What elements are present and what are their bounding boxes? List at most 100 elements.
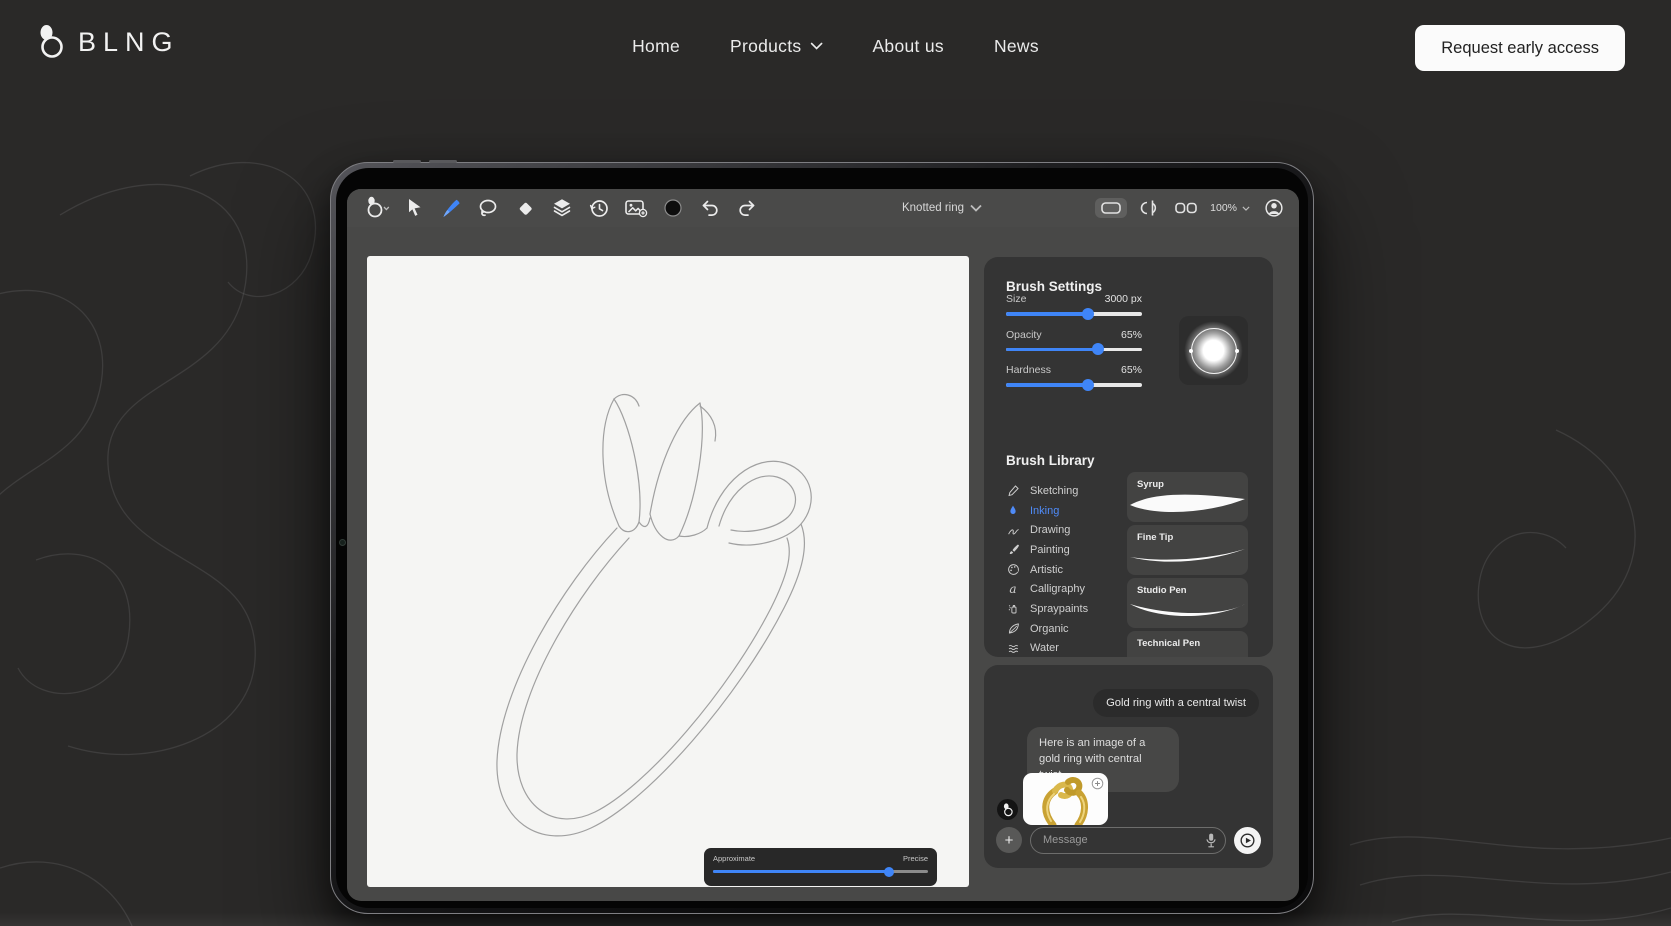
category-inking[interactable]: Inking [1006, 501, 1088, 521]
chat-panel: Gold ring with a central twist Here is a… [984, 665, 1273, 868]
category-painting[interactable]: Painting [1006, 540, 1088, 560]
message-input[interactable] [1030, 827, 1226, 854]
hardness-slider-track[interactable] [1006, 383, 1142, 387]
approximate-label: Approximate [713, 854, 755, 863]
send-icon [1238, 831, 1257, 850]
brand-logo[interactable]: BLNG [36, 24, 180, 60]
brush-card-studio-pen[interactable]: Studio Pen [1127, 578, 1248, 628]
undo-icon [698, 196, 722, 220]
chevron-down-icon [970, 204, 982, 212]
hardness-label: Hardness [1006, 364, 1051, 376]
category-sketching[interactable]: Sketching [1006, 481, 1088, 501]
category-water[interactable]: Water [1006, 639, 1088, 658]
italic-a-icon: a [1006, 582, 1020, 596]
category-organic[interactable]: Organic [1006, 619, 1088, 639]
history-tool-button[interactable] [583, 193, 615, 223]
leaf-icon [1006, 622, 1020, 636]
app-toolbar: Knotted ring [347, 189, 1299, 227]
windows-button[interactable] [1173, 193, 1199, 223]
brush-ring-outline [1191, 328, 1237, 374]
ink-drop-icon [1006, 504, 1020, 518]
volume-button-2 [429, 160, 457, 163]
precision-slider-overlay: Approximate Precise [704, 848, 937, 886]
precision-slider-knob[interactable] [884, 867, 894, 877]
brand-ring-icon [1002, 803, 1014, 817]
mic-icon[interactable] [1203, 832, 1219, 849]
main-nav: Home Products About us News [632, 0, 1039, 92]
chevron-down-icon [1242, 206, 1250, 211]
hardness-slider-knob[interactable] [1082, 379, 1094, 391]
document-title-control[interactable]: Knotted ring [847, 189, 1037, 227]
split-view-button[interactable] [1138, 193, 1162, 223]
cursor-tool-button[interactable] [398, 193, 430, 223]
nav-item-news[interactable]: News [994, 36, 1039, 57]
category-drawing[interactable]: Drawing [1006, 520, 1088, 540]
zoom-level-control[interactable]: 100% [1210, 202, 1250, 214]
tablet-mockup: Knotted ring [330, 162, 1314, 914]
size-slider-knob[interactable] [1082, 308, 1094, 320]
landing-page: BLNG Home Products About us News Request… [0, 0, 1671, 926]
palette-icon [1006, 563, 1020, 577]
history-clock-icon [587, 196, 611, 220]
brush-panel: Brush Settings Size 3000 px [984, 257, 1273, 657]
opacity-label: Opacity [1006, 329, 1042, 341]
category-artistic[interactable]: Artistic [1006, 560, 1088, 580]
waves-icon [1006, 641, 1020, 655]
floor-reflection [0, 912, 1671, 926]
display-toggle-button[interactable] [1095, 198, 1127, 218]
expand-image-icon[interactable] [1091, 777, 1104, 790]
category-spraypaints[interactable]: Spraypaints [1006, 599, 1088, 619]
pencil-icon [1006, 484, 1020, 498]
display-toggle-icon [1099, 200, 1123, 216]
eraser-tool-button[interactable] [509, 193, 541, 223]
brush-tip-preview [1179, 316, 1248, 385]
import-image-tool-button[interactable] [620, 193, 652, 223]
brush-library-title: Brush Library [1006, 453, 1095, 468]
chevron-down-icon [810, 42, 822, 50]
brush-card-technical-pen[interactable]: Technical Pen [1127, 631, 1248, 657]
redo-icon [735, 196, 759, 220]
category-calligraphy[interactable]: a Calligraphy [1006, 579, 1088, 599]
brush-card-list: Syrup Fine Tip Studio Pen [1127, 472, 1248, 657]
attach-button[interactable]: + [996, 827, 1022, 853]
tablet-bezel: Knotted ring [336, 168, 1308, 908]
send-button[interactable] [1234, 827, 1261, 854]
color-swatch-button[interactable] [657, 193, 689, 223]
import-image-icon [623, 196, 649, 220]
windows-icon [1174, 201, 1198, 215]
account-button[interactable] [1261, 193, 1287, 223]
redo-button[interactable] [731, 193, 763, 223]
size-slider-track[interactable] [1006, 312, 1142, 316]
brush-categories: Sketching Inking Drawing [1006, 481, 1088, 657]
layers-tool-button[interactable] [546, 193, 578, 223]
hardness-value: 65% [1121, 364, 1142, 376]
drawing-canvas[interactable] [367, 256, 969, 887]
nav-item-products[interactable]: Products [730, 36, 822, 57]
tablet-camera [340, 540, 345, 545]
ring-dot-right [1235, 349, 1239, 353]
brand-ring-tool-button[interactable] [361, 193, 393, 223]
brush-card-syrup[interactable]: Syrup [1127, 472, 1248, 522]
precision-slider-track[interactable] [713, 870, 928, 873]
opacity-slider-knob[interactable] [1092, 343, 1104, 355]
size-value: 3000 px [1105, 293, 1142, 305]
opacity-slider-track[interactable] [1006, 348, 1142, 352]
paintbrush-icon [1006, 543, 1020, 557]
ring-sketch [367, 256, 969, 887]
nav-item-home[interactable]: Home [632, 36, 680, 57]
brush-tool-button[interactable] [435, 193, 467, 223]
opacity-slider: Opacity 65% [1006, 329, 1142, 352]
account-icon [1263, 197, 1285, 219]
precise-label: Precise [903, 854, 928, 863]
nav-item-about[interactable]: About us [872, 36, 943, 57]
chat-input-row: + [996, 826, 1261, 854]
brush-settings-title: Brush Settings [1006, 279, 1102, 294]
ring-dot-left [1189, 349, 1193, 353]
brush-stroke-preview [1127, 490, 1248, 520]
lasso-tool-button[interactable] [472, 193, 504, 223]
generated-ring-image[interactable] [1023, 773, 1108, 825]
brush-card-fine-tip[interactable]: Fine Tip [1127, 525, 1248, 575]
size-slider: Size 3000 px [1006, 293, 1142, 316]
request-early-access-button[interactable]: Request early access [1415, 25, 1625, 71]
undo-button[interactable] [694, 193, 726, 223]
